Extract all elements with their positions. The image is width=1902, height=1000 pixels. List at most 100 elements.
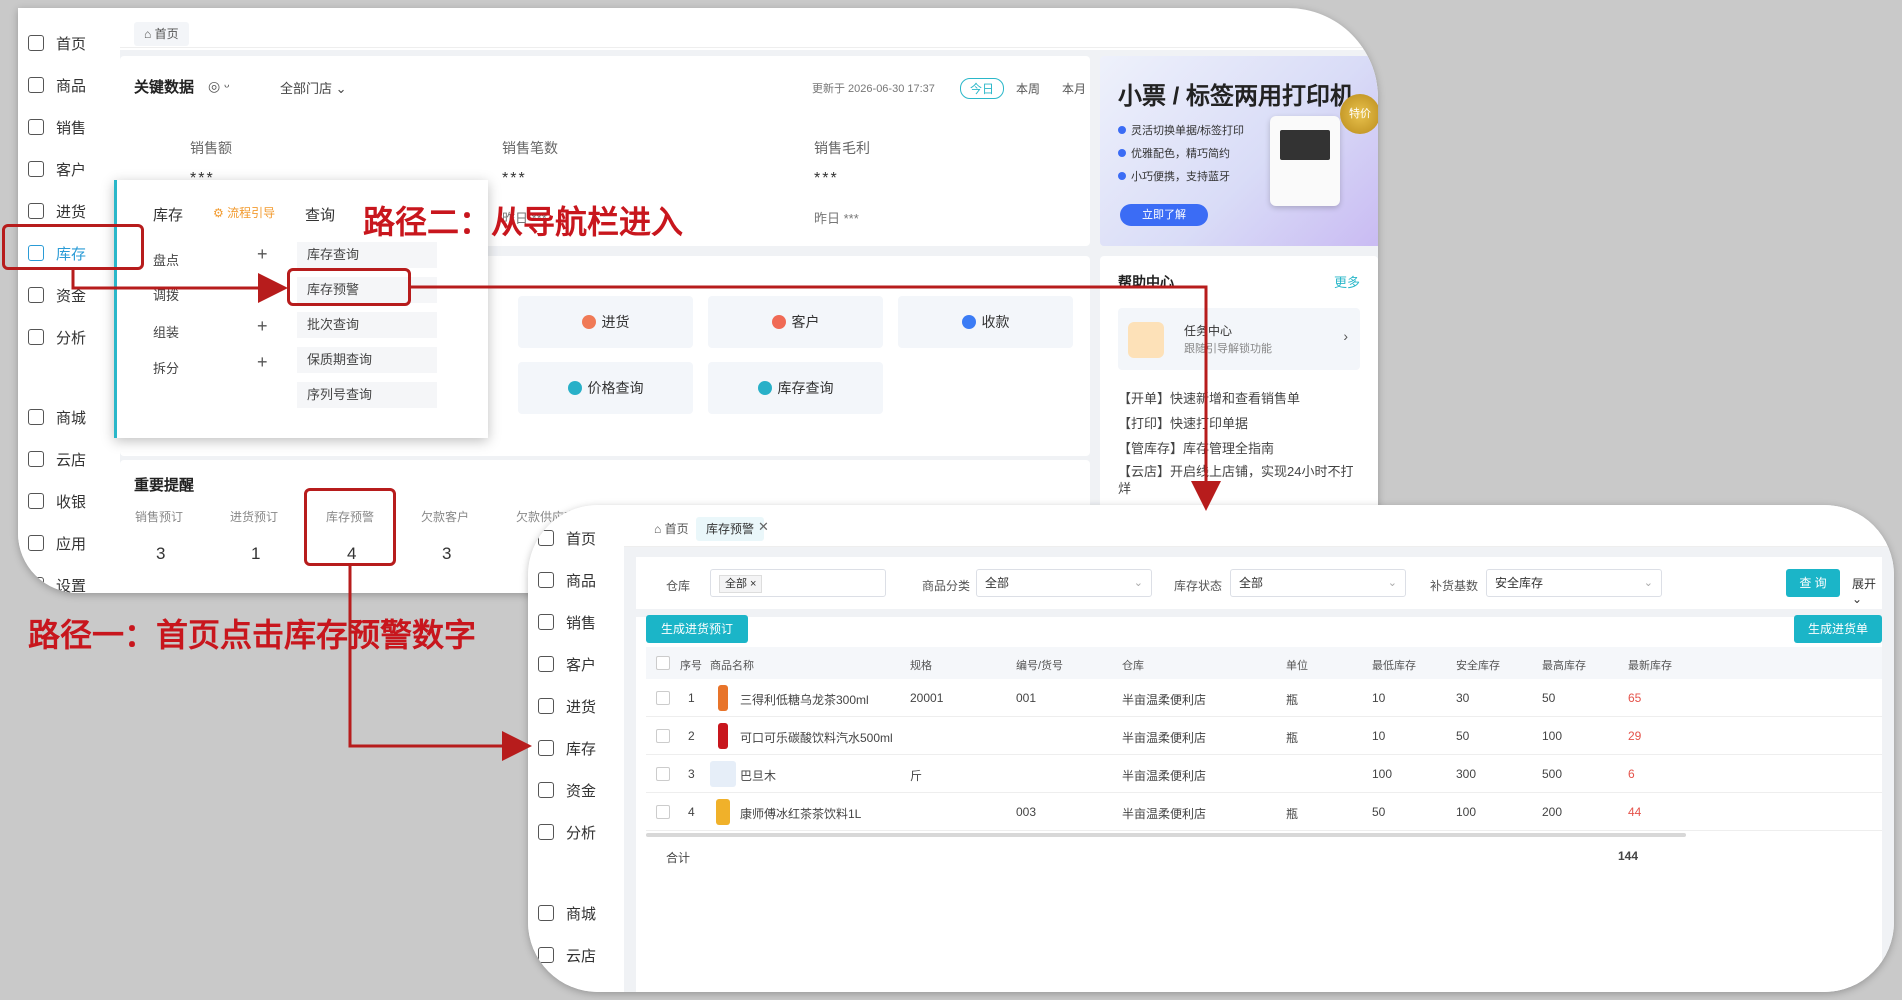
sales-icon <box>538 614 554 630</box>
sidebar-item-apps[interactable]: 应用 <box>28 528 86 558</box>
promo-learn-more-button[interactable]: 立即了解 <box>1120 204 1208 226</box>
funds-icon <box>28 287 44 303</box>
sidebar-item-sales[interactable]: 销售 <box>538 607 596 637</box>
tab-home[interactable]: ⌂ 首页 <box>644 517 699 541</box>
quick-stock-query[interactable]: 库存查询 <box>708 362 883 414</box>
row-checkbox[interactable] <box>656 691 670 705</box>
reminder-value[interactable]: 3 <box>156 544 165 564</box>
quick-purchase[interactable]: 进货 <box>518 296 693 348</box>
purchase-icon <box>28 203 44 219</box>
close-tab-icon[interactable]: ✕ <box>758 519 769 535</box>
sidebar-item-cloud-store[interactable]: 云店 <box>28 444 86 474</box>
column-header: 规格 <box>910 660 932 672</box>
analysis-icon <box>538 824 554 840</box>
help-article-link[interactable]: 【打印】快速打印单据 <box>1118 413 1248 432</box>
task-center-entry[interactable]: 任务中心 跟随引导解锁功能 › <box>1118 308 1360 370</box>
sidebar-item-inventory[interactable]: 库存 <box>538 733 596 763</box>
plus-icon[interactable]: + <box>257 316 268 337</box>
create-purchase-order-button[interactable]: 生成进货预订 <box>646 615 748 643</box>
menu-item-stock-query[interactable]: 库存查询 <box>297 242 437 268</box>
printer-promo-banner[interactable]: 小票 / 标签两用打印机 灵活切换单据/标签打印 优雅配色，精巧简约 小巧便携，… <box>1100 56 1378 246</box>
quick-customer[interactable]: 客户 <box>708 296 883 348</box>
sidebar-item-cloud-store[interactable]: 云店 <box>538 940 596 970</box>
guide-link[interactable]: ⚙ 流程引导 <box>213 204 275 221</box>
sidebar-item-analysis[interactable]: 分析 <box>28 322 86 352</box>
eye-icon[interactable]: ◎ ᵕ <box>208 78 229 95</box>
stat-label: 销售笔数 <box>502 140 558 156</box>
sidebar-item-funds[interactable]: 资金 <box>28 280 86 310</box>
replenish-basis-select[interactable]: 安全库存 ⌄ <box>1486 569 1662 597</box>
menu-item-split[interactable]: 拆分 <box>153 358 179 377</box>
store-filter[interactable]: 全部门店 ⌄ <box>280 78 347 97</box>
sidebar-item-cashier[interactable]: 收银 <box>28 486 86 516</box>
warehouse-select[interactable]: 全部 × <box>710 569 886 597</box>
reminder-value[interactable]: 3 <box>442 544 451 564</box>
table-row[interactable]: 2 可口可乐碳酸饮料汽水500ml 半亩温柔便利店 瓶 10 50 100 29 <box>646 717 1882 755</box>
sidebar-item-customer[interactable]: 客户 <box>538 649 596 679</box>
goods-icon <box>538 572 554 588</box>
warehouse-tag[interactable]: 全部 × <box>719 575 763 593</box>
category-select[interactable]: 全部 ⌄ <box>976 569 1152 597</box>
range-today[interactable]: 今日 <box>960 78 1005 99</box>
quick-price-query[interactable]: 价格查询 <box>518 362 693 414</box>
cell-spec: 斤 <box>910 769 923 783</box>
reminder-value[interactable]: 1 <box>251 544 260 564</box>
cell-warehouse: 半亩温柔便利店 <box>1122 731 1207 745</box>
menu-item-transfer[interactable]: 调拨 <box>153 285 179 304</box>
column-header: 最新库存 <box>1628 660 1672 672</box>
sidebar-item-analysis[interactable]: 分析 <box>538 817 596 847</box>
sidebar-item-mall[interactable]: 商城 <box>538 898 596 928</box>
select-all-checkbox[interactable] <box>656 656 670 670</box>
create-purchase-bill-button[interactable]: 生成进货单 <box>1794 615 1882 643</box>
cell-max: 500 <box>1542 767 1563 781</box>
menu-item-stocktake[interactable]: 盘点 <box>153 250 179 269</box>
range-week[interactable]: 本周 <box>1016 80 1040 97</box>
row-checkbox[interactable] <box>656 805 670 819</box>
stock-status-select[interactable]: 全部 ⌄ <box>1230 569 1406 597</box>
table-row[interactable]: 3 巴旦木 斤 半亩温柔便利店 100 300 500 6 <box>646 755 1882 793</box>
plus-icon[interactable]: + <box>257 352 268 373</box>
sidebar-item-settings[interactable]: 设置 <box>28 570 86 593</box>
sidebar-item-purchase[interactable]: 进货 <box>28 196 86 226</box>
sidebar-item-purchase[interactable]: 进货 <box>538 691 596 721</box>
range-month[interactable]: 本月 <box>1062 80 1086 97</box>
menu-item-serial-query[interactable]: 序列号查询 <box>297 382 437 408</box>
sidebar-item-home[interactable]: 首页 <box>28 28 86 58</box>
table-row[interactable]: 1 三得利低糖乌龙茶300ml 20001 001 半亩温柔便利店 瓶 10 3… <box>646 679 1882 717</box>
help-article-link[interactable]: 【管库存】库存管理全指南 <box>1118 438 1274 457</box>
sidebar-item-funds[interactable]: 资金 <box>538 775 596 805</box>
menu-item-expiry-query[interactable]: 保质期查询 <box>297 347 437 373</box>
sidebar-item-customer[interactable]: 客户 <box>28 154 86 184</box>
tab-home[interactable]: ⌂ 首页 <box>134 22 189 46</box>
table-row[interactable]: 4 康师傅冰红茶茶饮料1L 003 半亩温柔便利店 瓶 50 100 200 4… <box>646 793 1882 831</box>
sidebar-item-goods[interactable]: 商品 <box>28 70 86 100</box>
horizontal-scrollbar[interactable] <box>646 833 1686 837</box>
cell-safe: 50 <box>1456 729 1470 743</box>
promo-bullet: 灵活切换单据/标签打印 <box>1118 122 1244 138</box>
sidebar-item-sales[interactable]: 销售 <box>28 112 86 142</box>
query-button[interactable]: 查 询 <box>1786 569 1840 597</box>
help-article-link[interactable]: 【开单】快速新增和查看销售单 <box>1118 388 1300 407</box>
plus-icon[interactable]: + <box>257 244 268 265</box>
purchase-icon <box>538 698 554 714</box>
help-more-link[interactable]: 更多 <box>1334 272 1360 291</box>
row-checkbox[interactable] <box>656 767 670 781</box>
quick-collect[interactable]: 收款 <box>898 296 1073 348</box>
annotation-path-two: 路径二：从导航栏进入 <box>363 204 684 240</box>
column-header: 最低库存 <box>1372 660 1416 672</box>
expand-toggle[interactable]: 展开 ⌄ <box>1852 575 1882 606</box>
menu-item-batch-query[interactable]: 批次查询 <box>297 312 437 338</box>
stock-status-label: 库存状态 <box>1174 579 1223 593</box>
product-thumbnail <box>718 723 728 749</box>
tab-stock-warning[interactable]: 库存预警 <box>696 517 765 541</box>
cell-no: 4 <box>688 805 695 819</box>
help-article-link[interactable]: 【云店】开启线上店铺，实现24小时不打烊 <box>1118 463 1358 497</box>
column-header: 安全库存 <box>1456 660 1500 672</box>
row-checkbox[interactable] <box>656 729 670 743</box>
sidebar-item-home[interactable]: 首页 <box>538 523 596 553</box>
cloud-store-icon <box>28 451 44 467</box>
mall-icon <box>28 409 44 425</box>
sidebar-item-mall[interactable]: 商城 <box>28 402 86 432</box>
menu-item-assemble[interactable]: 组装 <box>153 322 179 341</box>
sidebar-item-goods[interactable]: 商品 <box>538 565 596 595</box>
